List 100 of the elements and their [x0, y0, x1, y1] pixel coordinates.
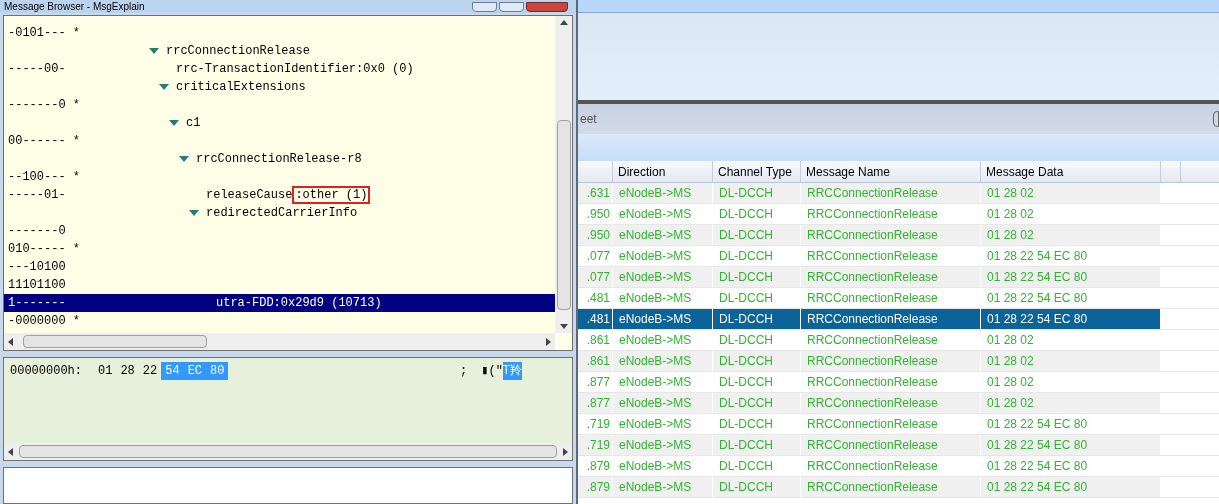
table-cell: 01 28 22 54 EC 80 — [981, 246, 1161, 266]
bit-pattern: 1------- — [8, 296, 66, 310]
table-cell: RRCConnectionRelease — [801, 393, 981, 413]
table-row[interactable]: .481 eNodeB->MS DL-DCCH RRCConnectionRelease 01 28 22 54 EC 80 — [578, 309, 1161, 329]
tree-row[interactable]: -------0 — [4, 222, 555, 240]
scroll-up-icon[interactable] — [559, 20, 568, 25]
table-cell: RRCConnectionRelease — [801, 288, 981, 308]
horizontal-scrollbar[interactable] — [4, 443, 572, 460]
table-cell: .481 — [578, 309, 613, 329]
tree-row[interactable]: 00------ * — [4, 132, 555, 150]
scroll-down-icon[interactable] — [559, 324, 568, 329]
tree-row[interactable]: rrcConnectionRelease — [4, 42, 555, 60]
tree-row[interactable]: 11101100 — [4, 276, 555, 294]
bit-pattern: ---10100 — [8, 260, 66, 274]
expanded-triangle-icon[interactable] — [169, 120, 179, 126]
hex-byte[interactable]: 01 — [94, 362, 117, 380]
horizontal-scrollbar[interactable] — [4, 333, 555, 350]
table-cell: eNodeB->MS — [613, 225, 713, 245]
column-header[interactable]: Message Data — [981, 161, 1161, 182]
bit-pattern: -0101--- * — [8, 26, 80, 40]
scroll-thumb[interactable] — [23, 335, 207, 348]
table-cell: RRCConnectionRelease — [801, 477, 981, 497]
table-cell: 01 28 22 54 EC 80 — [981, 309, 1161, 329]
table-cell: DL-DCCH — [713, 246, 801, 266]
tree-row[interactable]: rrcConnectionRelease-r8 — [4, 150, 555, 168]
sheet-tab[interactable]: eet — [578, 110, 597, 128]
tree-row[interactable]: c1 — [4, 114, 555, 132]
bit-pattern: -------0 * — [8, 98, 80, 112]
tree-row[interactable]: -----01- releaseCause :other (1) — [4, 186, 555, 204]
tree-label[interactable]: criticalExtensions — [176, 78, 306, 96]
table-cell: eNodeB->MS — [613, 414, 713, 434]
tree-label[interactable]: c1 — [186, 114, 201, 132]
table-cell: eNodeB->MS — [613, 267, 713, 287]
table-cell: RRCConnectionRelease — [801, 183, 981, 203]
hex-byte[interactable]: 22 — [138, 362, 162, 380]
table-cell: 01 28 02 — [981, 225, 1161, 245]
close-button[interactable] — [526, 1, 568, 12]
tree-label[interactable]: releaseCause — [206, 186, 293, 204]
tree-row[interactable]: -0000000 * — [4, 312, 555, 330]
tree-row[interactable]: -----00- rrc-TransactionIdentifier:0x0 (0) — [4, 60, 555, 78]
column-header[interactable]: Direction — [613, 161, 713, 182]
table-cell: RRCConnectionRelease — [801, 351, 981, 371]
ascii-text[interactable]: ▮(" — [481, 362, 503, 380]
table-cell: eNodeB->MS — [613, 456, 713, 476]
minimize-button[interactable] — [472, 1, 497, 12]
tab-control-icon[interactable] — [1213, 111, 1219, 127]
tree-row[interactable]: -------0 * — [4, 96, 555, 114]
table-cell: .879 — [578, 477, 613, 497]
table-cell: RRCConnectionRelease — [801, 204, 981, 224]
table-cell: 01 28 02 — [981, 351, 1161, 371]
table-cell: .719 — [578, 435, 613, 455]
hex-byte[interactable]: 28 — [116, 362, 139, 380]
table-cell: 01 28 02 — [981, 372, 1161, 392]
table-cell: DL-DCCH — [713, 225, 801, 245]
table-cell: .861 — [578, 351, 613, 371]
tree-row[interactable]: 1------- utra-FDD:0x29d9 (10713) — [4, 294, 555, 312]
vertical-scrollbar[interactable] — [555, 16, 572, 333]
column-header[interactable]: Message Name — [801, 161, 981, 182]
tree-label[interactable]: utra-FDD:0x29d9 (10713) — [216, 294, 382, 312]
scroll-thumb[interactable] — [556, 119, 571, 310]
scroll-left-icon[interactable] — [8, 447, 13, 456]
tree-label[interactable]: rrc-TransactionIdentifier:0x0 (0) — [176, 60, 414, 78]
table-cell: DL-DCCH — [713, 351, 801, 371]
scroll-thumb[interactable] — [19, 445, 557, 458]
table-cell: eNodeB->MS — [613, 435, 713, 455]
table-cell: 01 28 22 54 EC 80 — [981, 267, 1161, 287]
table-cell: eNodeB->MS — [613, 183, 713, 203]
expanded-triangle-icon[interactable] — [149, 48, 159, 54]
tree-row[interactable]: -0101--- * — [4, 24, 555, 42]
expanded-triangle-icon[interactable] — [189, 210, 199, 216]
maximize-button[interactable] — [499, 1, 524, 12]
tree-row[interactable]: criticalExtensions — [4, 78, 555, 96]
table-cell: RRCConnectionRelease — [801, 372, 981, 392]
table-cell: 01 28 22 54 EC 80 — [981, 477, 1161, 497]
column-header[interactable]: Channel Type — [713, 161, 801, 182]
tree-row[interactable]: 010----- * — [4, 240, 555, 258]
bit-pattern: -----00- — [8, 62, 66, 76]
scroll-right-icon[interactable] — [563, 447, 568, 456]
table-cell: RRCConnectionRelease — [801, 330, 981, 350]
table-cell: .877 — [578, 393, 613, 413]
table-cell: eNodeB->MS — [613, 477, 713, 497]
highlighted-value: :other (1) — [292, 186, 371, 204]
table-cell: .950 — [578, 225, 613, 245]
table-cell: 01 28 22 54 EC 80 — [981, 414, 1161, 434]
tree-label[interactable]: rrcConnectionRelease-r8 — [196, 150, 362, 168]
table-cell: DL-DCCH — [713, 372, 801, 392]
table-cell: DL-DCCH — [713, 267, 801, 287]
scroll-right-icon[interactable] — [546, 337, 551, 346]
tree-row[interactable]: redirectedCarrierInfo — [4, 204, 555, 222]
expanded-triangle-icon[interactable] — [159, 84, 169, 90]
table-cell: 01 28 02 — [981, 183, 1161, 203]
tree-label[interactable]: redirectedCarrierInfo — [206, 204, 358, 222]
table-cell: 01 28 22 54 EC 80 — [981, 456, 1161, 476]
expanded-triangle-icon[interactable] — [179, 156, 189, 162]
tree-row[interactable]: --100--- * — [4, 168, 555, 186]
tree-label[interactable]: rrcConnectionRelease — [166, 42, 311, 60]
table-cell: 01 28 22 54 EC 80 — [981, 435, 1161, 455]
tree-row[interactable]: ---10100 — [4, 258, 555, 276]
scroll-left-icon[interactable] — [8, 337, 13, 346]
bit-pattern: -----01- — [8, 188, 66, 202]
